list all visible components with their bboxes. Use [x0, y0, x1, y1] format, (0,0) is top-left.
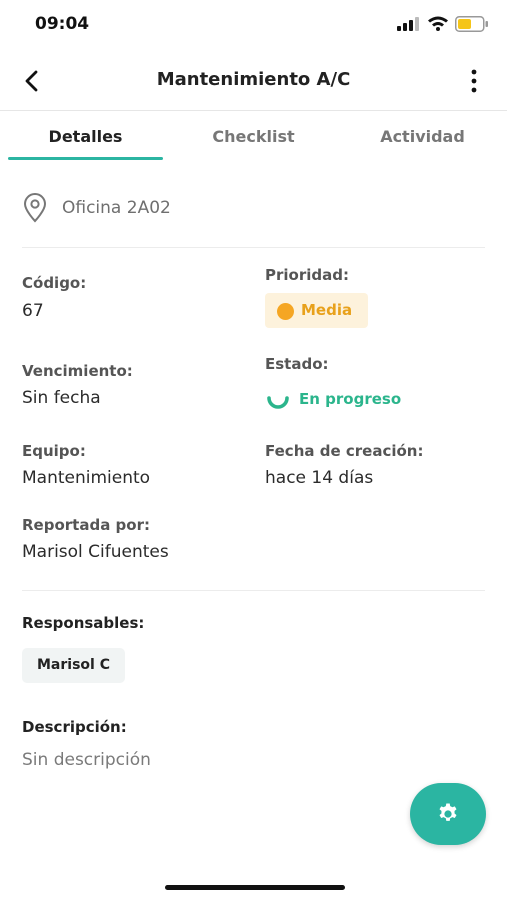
descripcion-value: Sin descripción — [22, 750, 151, 770]
divider — [22, 247, 485, 248]
estado-label: Estado: — [265, 355, 329, 373]
fecha-creacion-label: Fecha de creación: — [265, 442, 424, 460]
active-tab-indicator — [8, 157, 163, 160]
divider — [22, 590, 485, 591]
progress-arc-icon — [267, 396, 289, 409]
tab-bar: Detalles Checklist Actividad — [0, 112, 507, 162]
tab-actividad[interactable]: Actividad — [345, 127, 500, 146]
vencimiento-label: Vencimiento: — [22, 362, 133, 380]
status-time: 09:04 — [35, 14, 90, 34]
assignee-name: Marisol C — [37, 657, 110, 673]
tab-checklist[interactable]: Checklist — [176, 127, 331, 146]
settings-fab-button[interactable] — [410, 783, 486, 845]
battery-icon — [455, 16, 488, 32]
wifi-icon — [428, 16, 448, 31]
home-indicator[interactable] — [165, 885, 345, 890]
page-title: Mantenimiento A/C — [156, 69, 351, 90]
reportada-por-label: Reportada por: — [22, 516, 150, 534]
equipo-value: Mantenimiento — [22, 468, 151, 488]
codigo-value: 67 — [22, 301, 44, 321]
descripcion-label: Descripción: — [22, 718, 127, 736]
codigo-label: Código: — [22, 274, 87, 292]
responsables-label: Responsables: — [22, 614, 145, 632]
fecha-creacion-value: hace 14 días — [265, 468, 374, 488]
reportada-por-value: Marisol Cifuentes — [22, 542, 169, 562]
top-app-bar: Mantenimiento A/C — [0, 50, 507, 111]
status-bar: 09:04 — [0, 0, 507, 50]
prioridad-label: Prioridad: — [265, 266, 349, 284]
assignee-chip[interactable]: Marisol C — [22, 648, 125, 683]
more-vertical-icon[interactable] — [464, 68, 484, 94]
gear-icon — [439, 803, 457, 821]
priority-value: Media — [301, 301, 353, 319]
map-pin-icon — [23, 193, 47, 223]
equipo-label: Equipo: — [22, 442, 86, 460]
vencimiento-value: Sin fecha — [22, 388, 101, 408]
signal-icon — [397, 17, 419, 31]
priority-badge: Media — [265, 293, 368, 328]
status-value: En progreso — [299, 390, 402, 408]
location-text: Oficina 2A02 — [62, 198, 171, 218]
tab-detalles[interactable]: Detalles — [8, 127, 163, 146]
priority-dot-icon — [277, 303, 294, 320]
